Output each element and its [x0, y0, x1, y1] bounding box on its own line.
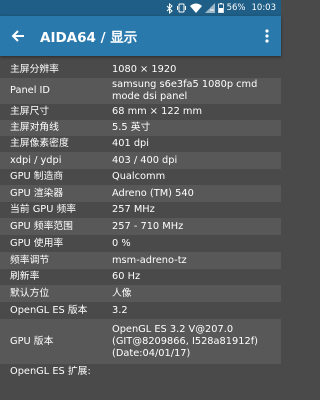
info-row[interactable]: GPU 频率范围 257 - 710 MHz: [0, 218, 281, 235]
info-value: 68 mm × 122 mm: [112, 106, 281, 118]
info-key: OpenGL ES 扩展:: [10, 366, 91, 377]
info-value-line: Qualcomm: [112, 171, 166, 182]
info-value-line: 68 mm × 122 mm: [112, 106, 203, 117]
info-value-line: samsung s6e3fa5 1080p cmd: [112, 79, 258, 90]
info-value: 3.2: [112, 305, 281, 317]
info-key: GPU 版本: [10, 335, 54, 347]
info-key: 主屏对角线: [10, 122, 59, 133]
info-value: 403 / 400 dpi: [112, 155, 281, 167]
info-row[interactable]: 频率调节 msm-adreno-tz: [0, 252, 281, 269]
info-row[interactable]: 主屏分辨率 1080 × 1920: [0, 62, 281, 78]
info-key: GPU 频率范围: [10, 220, 73, 232]
info-value-line: 401 dpi: [112, 138, 149, 149]
display-info-list: 主屏分辨率 1080 × 1920 Panel ID samsung s6e3fa5 …: [0, 62, 281, 380]
info-key: xdpi / ydpi: [10, 154, 62, 166]
info-value-line: 人像: [112, 287, 132, 299]
info-value-line: (GIT@8209866, I528a81912f): [112, 335, 258, 347]
info-value: 人像: [112, 288, 281, 300]
info-key: 主屏分辨率: [10, 64, 59, 75]
info-value: 5.5 英寸: [112, 122, 281, 134]
info-row[interactable]: GPU 版本 OpenGL ES 3.2 V@207.0 (GIT@8209866,…: [0, 319, 281, 364]
info-key: 当前 GPU 频率: [10, 204, 77, 215]
more-vert-icon[interactable]: [253, 16, 281, 56]
arrow-left-icon[interactable]: [0, 16, 36, 56]
info-key: Panel ID: [10, 85, 50, 96]
info-value: Qualcomm: [112, 171, 281, 183]
info-value: Adreno (TM) 540: [112, 188, 281, 200]
info-row[interactable]: 刷新率 60 Hz: [0, 269, 281, 285]
info-row[interactable]: GPU 使用率 0 %: [0, 235, 281, 252]
info-value: msm-adreno-tz: [112, 255, 281, 267]
info-value: OpenGL ES 3.2 V@207.0 (GIT@8209866, I528a…: [112, 324, 281, 360]
no-sim-icon: [204, 2, 215, 14]
info-value: 257 MHz: [112, 204, 281, 216]
info-value-line: OpenGL ES 3.2 V@207.0: [112, 323, 234, 335]
info-key: 刷新率: [10, 271, 40, 282]
info-key: 频率调节: [10, 254, 50, 266]
info-row[interactable]: GPU 渲染器 Adreno (TM) 540: [0, 185, 281, 202]
info-key: 主屏像素密度: [10, 138, 69, 149]
info-row[interactable]: 当前 GPU 频率 257 MHz: [0, 202, 281, 218]
info-value-line: msm-adreno-tz: [112, 254, 187, 266]
info-row[interactable]: 主屏像素密度 401 dpi: [0, 136, 281, 152]
info-value-line: 60 Hz: [112, 271, 141, 282]
info-key: GPU 制造商: [10, 171, 64, 182]
vibrate-icon: [176, 2, 187, 14]
info-value-line: 257 - 710 MHz: [112, 220, 184, 232]
page-title: AIDA64 / 显示: [40, 30, 138, 46]
info-value: 401 dpi: [112, 138, 281, 150]
info-row[interactable]: OpenGL ES 扩展:: [0, 364, 281, 380]
info-row[interactable]: 主屏尺寸 68 mm × 122 mm: [0, 104, 281, 120]
info-value-line: 0 %: [112, 237, 131, 249]
info-value-line: 3.2: [112, 304, 128, 316]
battery-percent: 56%: [226, 3, 246, 13]
info-row[interactable]: xdpi / ydpi 403 / 400 dpi: [0, 152, 281, 169]
app-bar: AIDA64 / 显示: [0, 16, 281, 56]
info-value: 257 - 710 MHz: [112, 221, 281, 233]
info-value-line: 5.5 英寸: [112, 122, 151, 133]
info-value-line: Adreno (TM) 540: [112, 187, 194, 199]
info-value-line: 1080 × 1920: [112, 64, 177, 75]
clock: 10:03: [251, 3, 277, 13]
info-row[interactable]: Panel ID samsung s6e3fa5 1080p cmd mode ds…: [0, 78, 281, 104]
info-value: 60 Hz: [112, 271, 281, 283]
info-key: GPU 渲染器: [10, 187, 64, 199]
info-key: GPU 使用率: [10, 237, 64, 249]
status-bar: 56% 10:03: [0, 0, 281, 16]
bluetooth-icon: [166, 2, 173, 14]
info-value-line: 403 / 400 dpi: [112, 154, 178, 166]
info-row[interactable]: 默认方位 人像: [0, 285, 281, 302]
info-row[interactable]: 主屏对角线 5.5 英寸: [0, 120, 281, 136]
info-value: samsung s6e3fa5 1080p cmd mode dsi panel: [112, 79, 281, 103]
info-value-line: (Date:04/01/17): [112, 347, 191, 359]
wifi-icon: [189, 2, 202, 14]
info-row[interactable]: GPU 制造商 Qualcomm: [0, 169, 281, 185]
info-value: 1080 × 1920: [112, 64, 281, 76]
info-row[interactable]: OpenGL ES 版本 3.2: [0, 302, 281, 319]
info-value-line: 257 MHz: [112, 204, 155, 215]
info-key: 主屏尺寸: [10, 106, 50, 117]
info-value-line: mode dsi panel: [112, 91, 188, 102]
info-key: 默认方位: [10, 287, 50, 299]
info-value: 0 %: [112, 238, 281, 250]
battery-icon: [217, 2, 224, 14]
info-key: OpenGL ES 版本: [10, 304, 88, 316]
